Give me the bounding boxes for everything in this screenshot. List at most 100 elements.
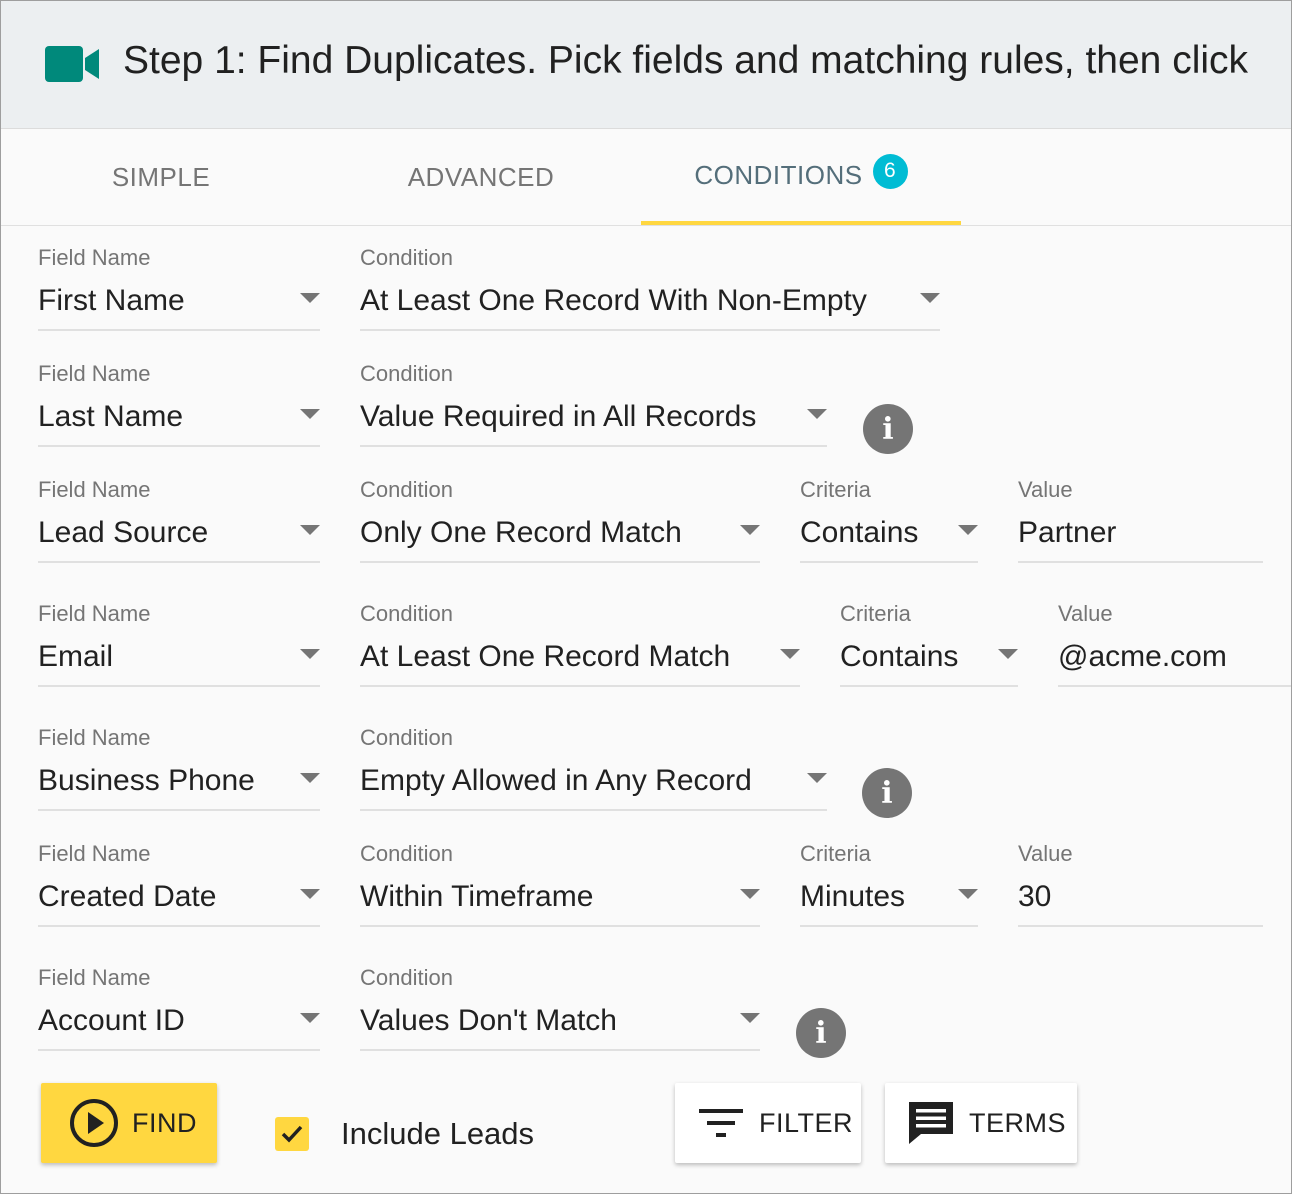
condition-select[interactable]: Only One Record Match (360, 511, 760, 563)
include-leads-checkbox[interactable] (275, 1117, 309, 1151)
dropdown-arrow-icon (300, 649, 320, 659)
value-text: @acme.com (1058, 640, 1227, 673)
value-label: Value (1018, 841, 1073, 866)
condition-value: Values Don't Match (360, 1004, 617, 1037)
find-button-label: FIND (132, 1107, 197, 1138)
value-label: Value (1058, 601, 1113, 626)
field-name-select[interactable]: Lead Source (38, 511, 320, 563)
condition-row-5-field: Field Name Business Phone (38, 725, 320, 815)
criteria-label: Criteria (800, 477, 871, 502)
find-button[interactable]: FIND (41, 1083, 217, 1163)
condition-label: Condition (360, 477, 453, 502)
filter-button[interactable]: FILTER (675, 1083, 861, 1163)
field-name-select[interactable]: Email (38, 635, 320, 687)
condition-select[interactable]: At Least One Record With Non-Empty (360, 279, 940, 331)
tab-conditions[interactable]: CONDITIONS 6 (641, 129, 961, 225)
condition-value: Value Required in All Records (360, 400, 757, 433)
value-input[interactable]: @acme.com (1058, 635, 1291, 687)
dropdown-arrow-icon (300, 773, 320, 783)
condition-row-1-condition: Condition At Least One Record With Non-E… (360, 245, 940, 335)
condition-row-1-field: Field Name First Name (38, 245, 320, 335)
condition-select[interactable]: Value Required in All Records (360, 395, 827, 447)
checkmark-icon (281, 1125, 303, 1143)
terms-button-label: TERMS (969, 1107, 1066, 1138)
tab-label: ADVANCED (407, 161, 555, 192)
criteria-label: Criteria (840, 601, 911, 626)
tab-bar: SIMPLE ADVANCED CONDITIONS 6 (1, 129, 1291, 226)
condition-value: Empty Allowed in Any Record (360, 764, 752, 797)
dropdown-arrow-icon (920, 293, 940, 303)
condition-row-3-condition: Condition Only One Record Match (360, 477, 760, 567)
dropdown-arrow-icon (300, 525, 320, 535)
condition-row-4-condition: Condition At Least One Record Match (360, 601, 800, 691)
dropdown-arrow-icon (958, 525, 978, 535)
criteria-select[interactable]: Contains (800, 511, 978, 563)
dropdown-arrow-icon (780, 649, 800, 659)
field-name-label: Field Name (38, 477, 151, 502)
condition-value: At Least One Record With Non-Empty (360, 284, 867, 317)
criteria-select[interactable]: Minutes (800, 875, 978, 927)
dropdown-arrow-icon (958, 889, 978, 899)
field-name-select[interactable]: Last Name (38, 395, 320, 447)
field-name-value: Account ID (38, 1004, 185, 1037)
conditions-count-badge: 6 (872, 153, 908, 189)
app-frame: Step 1: Find Duplicates. Pick fields and… (0, 0, 1292, 1194)
condition-label: Condition (360, 361, 453, 386)
condition-row-3-value: Value Partner (1018, 477, 1263, 567)
field-name-select[interactable]: First Name (38, 279, 320, 331)
info-icon[interactable]: i (863, 404, 913, 454)
condition-value: Within Timeframe (360, 880, 594, 913)
condition-row-6-condition: Condition Within Timeframe (360, 841, 760, 931)
filter-button-label: FILTER (759, 1107, 854, 1138)
condition-row-6-criteria: Criteria Minutes (800, 841, 978, 931)
include-leads-label: Include Leads (341, 1116, 535, 1151)
field-name-label: Field Name (38, 601, 151, 626)
info-icon[interactable]: i (862, 768, 912, 818)
criteria-value: Contains (840, 640, 959, 673)
condition-value: Only One Record Match (360, 516, 682, 549)
dropdown-arrow-icon (740, 525, 760, 535)
condition-row-4-value: Value @acme.com (1058, 601, 1291, 691)
condition-select[interactable]: Empty Allowed in Any Record (360, 759, 827, 811)
condition-select[interactable]: Within Timeframe (360, 875, 760, 927)
field-name-label: Field Name (38, 725, 151, 750)
tab-simple[interactable]: SIMPLE (1, 129, 321, 225)
field-name-select[interactable]: Created Date (38, 875, 320, 927)
condition-row-5-condition: Condition Empty Allowed in Any Record (360, 725, 827, 815)
condition-select[interactable]: At Least One Record Match (360, 635, 800, 687)
field-name-label: Field Name (38, 245, 151, 270)
comment-icon (909, 1102, 953, 1144)
filter-icon (699, 1109, 743, 1137)
value-input[interactable]: 30 (1018, 875, 1263, 927)
value-text: 30 (1018, 880, 1052, 913)
condition-row-7-field: Field Name Account ID (38, 965, 320, 1055)
field-name-label: Field Name (38, 841, 151, 866)
field-name-label: Field Name (38, 361, 151, 386)
dropdown-arrow-icon (807, 773, 827, 783)
dropdown-arrow-icon (300, 889, 320, 899)
value-input[interactable]: Partner (1018, 511, 1263, 563)
field-name-value: First Name (38, 284, 185, 317)
info-icon[interactable]: i (796, 1008, 846, 1058)
condition-label: Condition (360, 841, 453, 866)
condition-label: Condition (360, 965, 453, 990)
condition-select[interactable]: Values Don't Match (360, 999, 760, 1051)
play-circle-icon (70, 1099, 118, 1147)
field-name-select[interactable]: Business Phone (38, 759, 320, 811)
tab-advanced[interactable]: ADVANCED (321, 129, 641, 225)
value-label: Value (1018, 477, 1073, 502)
condition-row-6-value: Value 30 (1018, 841, 1263, 931)
condition-row-4-criteria: Criteria Contains (840, 601, 1018, 691)
criteria-label: Criteria (800, 841, 871, 866)
condition-row-2-condition: Condition Value Required in All Records (360, 361, 827, 451)
tab-label: CONDITIONS (694, 159, 863, 190)
condition-row-6-field: Field Name Created Date (38, 841, 320, 931)
terms-button[interactable]: TERMS (885, 1083, 1077, 1163)
dropdown-arrow-icon (807, 409, 827, 419)
field-name-select[interactable]: Account ID (38, 999, 320, 1051)
criteria-select[interactable]: Contains (840, 635, 1018, 687)
condition-row-3-field: Field Name Lead Source (38, 477, 320, 567)
condition-row-2-field: Field Name Last Name (38, 361, 320, 451)
step-header: Step 1: Find Duplicates. Pick fields and… (1, 1, 1291, 129)
dropdown-arrow-icon (300, 1013, 320, 1023)
